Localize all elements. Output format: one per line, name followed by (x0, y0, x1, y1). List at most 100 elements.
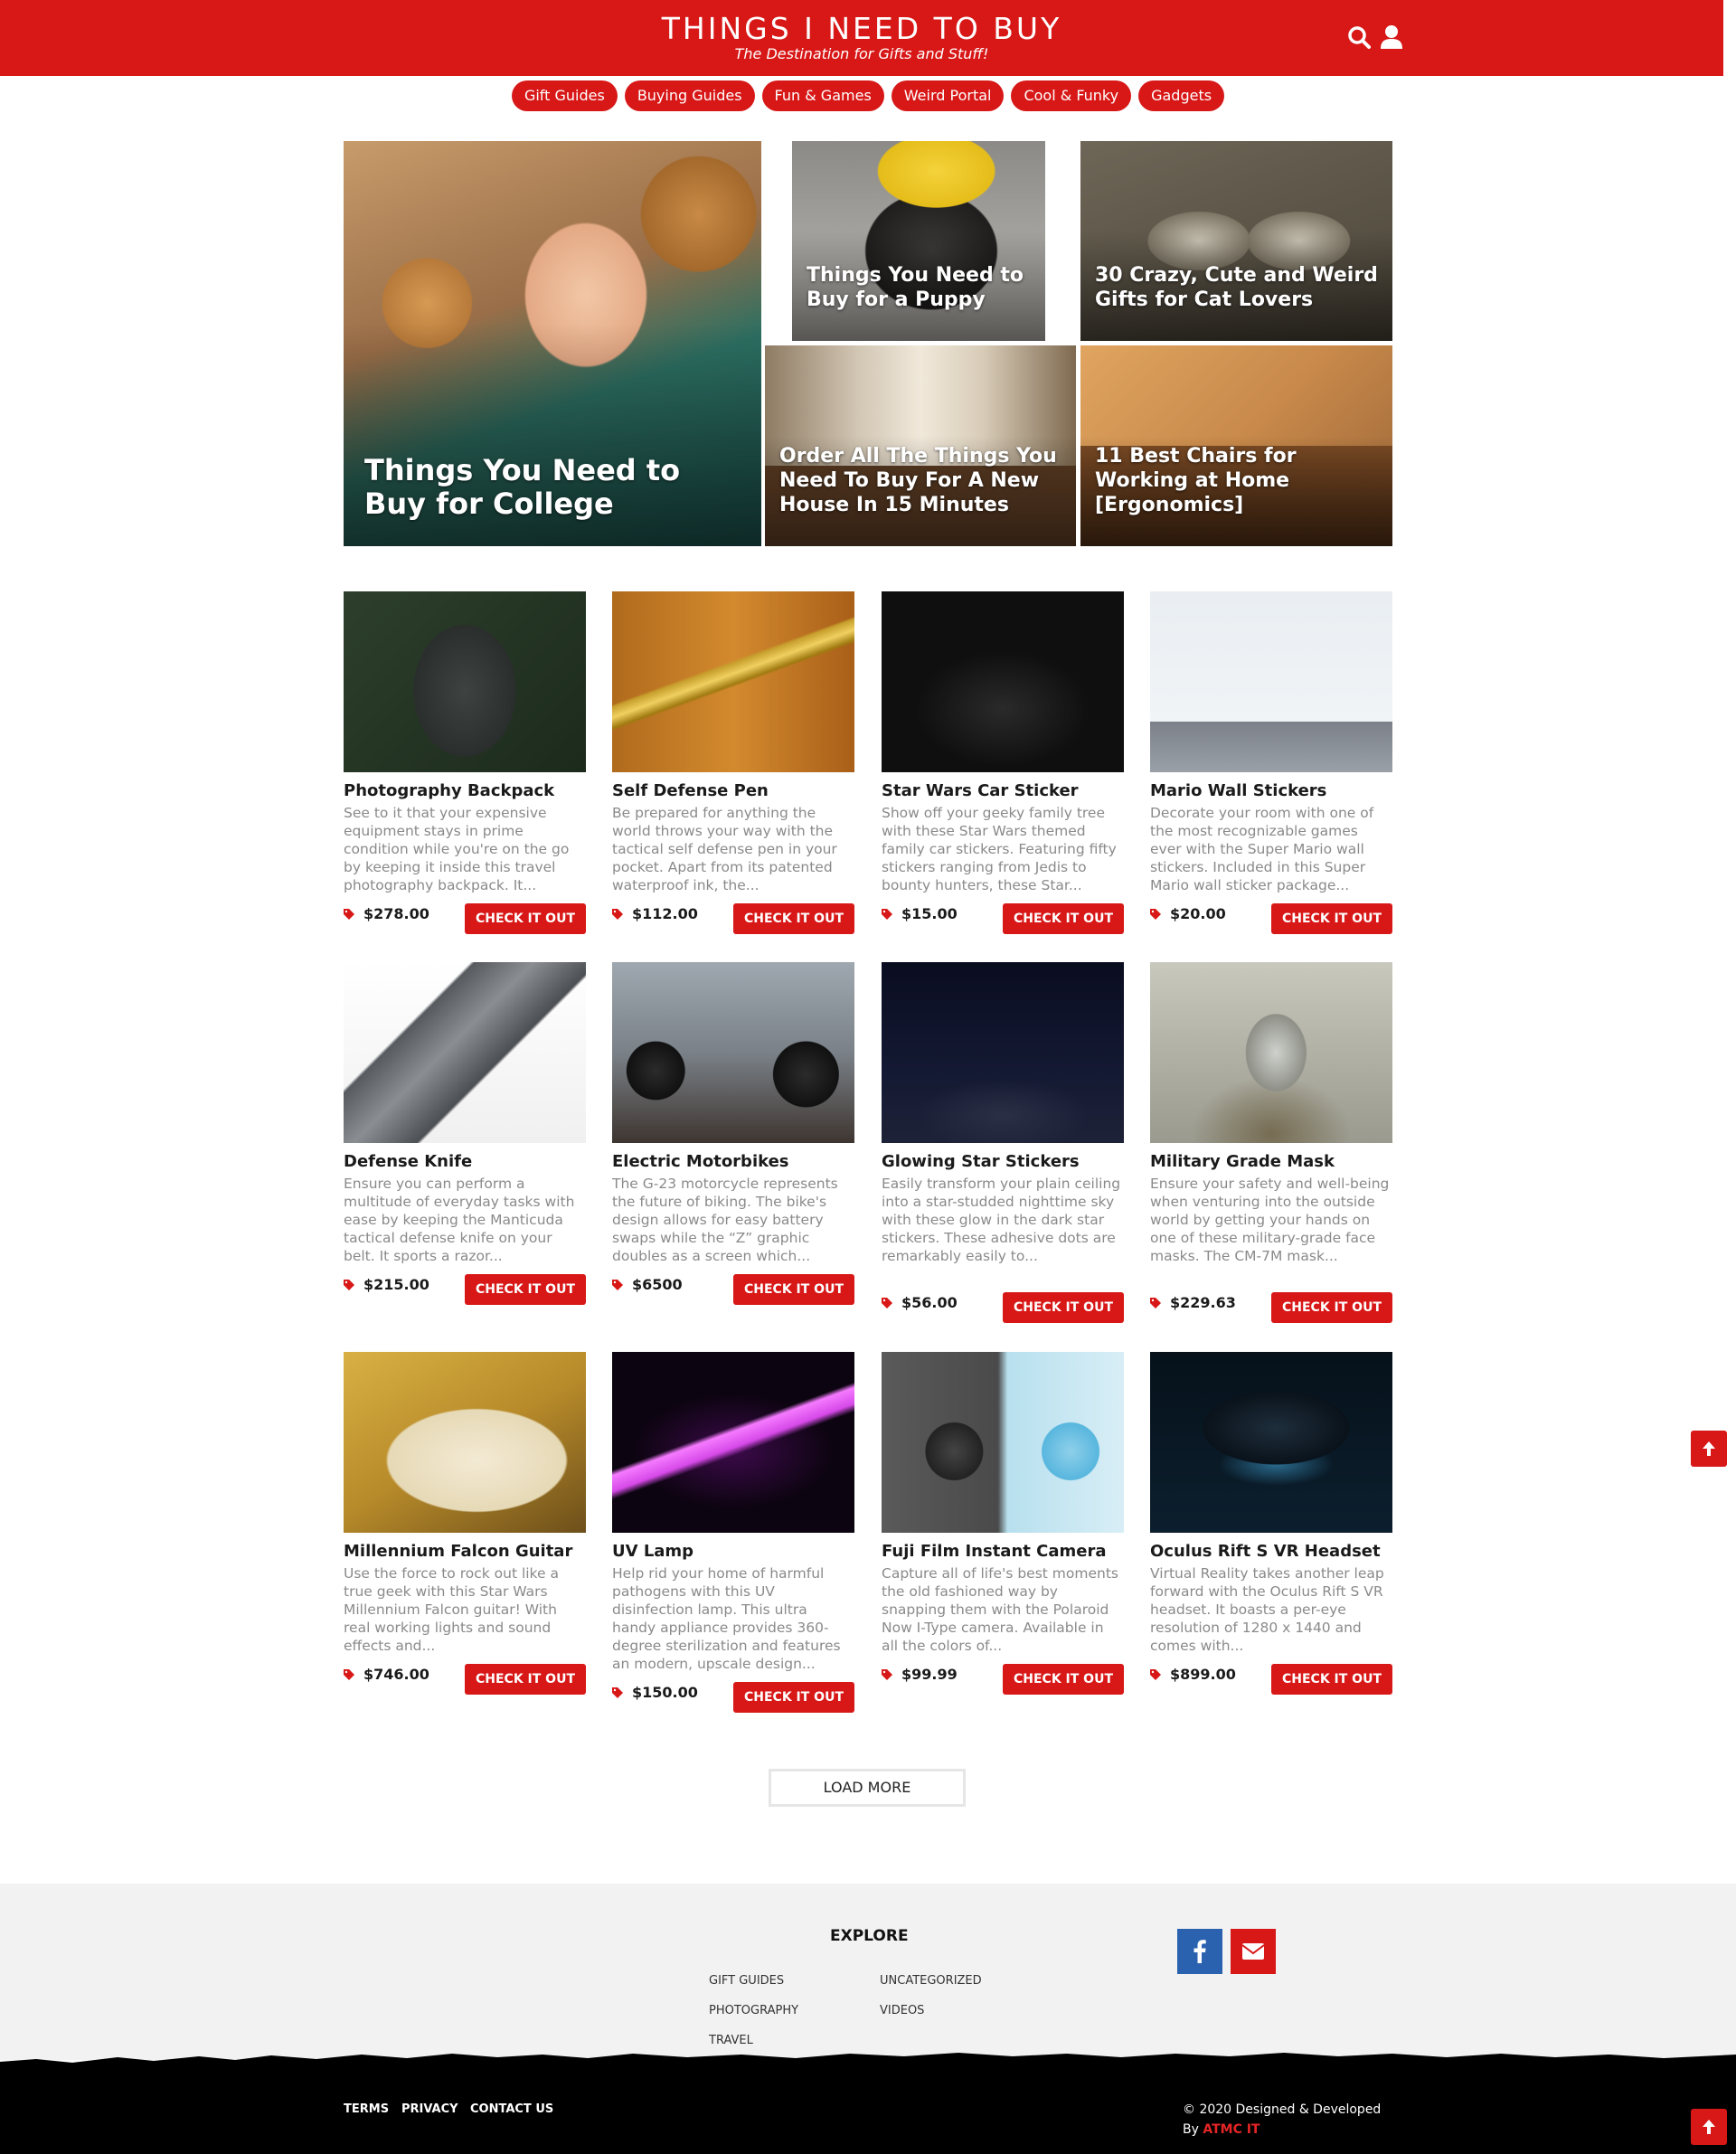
product-buy-row: $112.00 CHECK IT OUT (612, 902, 854, 934)
arrow-up-icon (1703, 2120, 1715, 2134)
price-tag-icon (612, 909, 623, 920)
nav-gadgets[interactable]: Gadgets (1138, 80, 1225, 111)
check-it-out-button[interactable]: CHECK IT OUT (732, 903, 854, 934)
check-it-out-button[interactable]: CHECK IT OUT (732, 1274, 854, 1305)
product-image[interactable] (882, 591, 1124, 772)
product-name[interactable]: Electric Motorbikes (612, 1152, 854, 1171)
featured-title[interactable]: 30 Crazy, Cute and Weird Gifts for Cat L… (1095, 263, 1382, 312)
credit-line: By ATMC IT (1183, 2122, 1260, 2137)
product-image[interactable] (1150, 962, 1392, 1143)
product-image[interactable] (612, 1352, 854, 1533)
check-it-out-button[interactable]: CHECK IT OUT (1270, 1292, 1392, 1323)
product-image[interactable] (1150, 591, 1392, 772)
footer-link-photography[interactable]: PHOTOGRAPHY (709, 2004, 798, 2017)
featured-title[interactable]: Things You Need to Buy for College (364, 454, 750, 521)
featured-chairs[interactable]: 11 Best Chairs for Working at Home [Ergo… (1080, 345, 1392, 546)
footer-link-gift-guides[interactable]: GIFT GUIDES (709, 1974, 784, 1988)
product-description: The G-23 motorcycle represents the futur… (612, 1176, 838, 1264)
product-image[interactable] (882, 962, 1124, 1143)
load-more-button[interactable]: LOAD MORE (769, 1769, 966, 1807)
nav-weird-portal[interactable]: Weird Portal (891, 80, 1005, 111)
product-name[interactable]: Mario Wall Stickers (1150, 781, 1392, 800)
product-price: $15.00 (882, 905, 958, 922)
product-description: Show off your geeky family tree with the… (882, 805, 1117, 893)
product-description: Ensure you can perform a multitude of ev… (344, 1176, 575, 1264)
check-it-out-button[interactable]: CHECK IT OUT (1002, 903, 1124, 934)
check-it-out-button[interactable]: CHECK IT OUT (732, 1682, 854, 1713)
check-it-out-button[interactable]: CHECK IT OUT (1270, 903, 1392, 934)
product-price-value: $20.00 (1170, 905, 1226, 922)
product-image[interactable] (344, 1352, 586, 1533)
product-price-value: $6500 (632, 1276, 683, 1293)
contact-us-link[interactable]: CONTACT US (470, 2102, 553, 2116)
back-to-top-button[interactable] (1691, 1431, 1727, 1467)
footer-link-uncategorized[interactable]: UNCATEGORIZED (880, 1974, 982, 1988)
price-tag-icon (344, 1280, 354, 1290)
product-price: $278.00 (344, 905, 429, 922)
email-button[interactable] (1231, 1929, 1276, 1974)
product-name[interactable]: Self Defense Pen (612, 781, 854, 800)
product-buy-row: $746.00 CHECK IT OUT (344, 1662, 586, 1695)
featured-cat-lovers[interactable]: 30 Crazy, Cute and Weird Gifts for Cat L… (1080, 141, 1392, 341)
featured-title[interactable]: Things You Need to Buy for a Puppy (807, 263, 1034, 312)
check-it-out-button[interactable]: CHECK IT OUT (464, 1664, 586, 1695)
product-price-value: $278.00 (363, 905, 429, 922)
site-title[interactable]: THINGS I NEED TO BUY (0, 11, 1723, 46)
featured-new-house[interactable]: Order All The Things You Need To Buy For… (765, 345, 1076, 546)
product-description: See to it that your expensive equipment … (344, 805, 570, 893)
check-it-out-button[interactable]: CHECK IT OUT (1270, 1664, 1392, 1695)
product-price-value: $215.00 (363, 1276, 429, 1293)
footer-link-videos[interactable]: VIDEOS (880, 2004, 924, 2017)
product-card: Oculus Rift S VR Headset Virtual Reality… (1150, 1352, 1392, 1695)
product-description: Help rid your home of harmful pathogens … (612, 1565, 841, 1672)
check-it-out-button[interactable]: CHECK IT OUT (464, 903, 586, 934)
product-image[interactable] (1150, 1352, 1392, 1533)
nav-fun-games[interactable]: Fun & Games (761, 80, 884, 111)
product-image[interactable] (612, 591, 854, 772)
product-price-value: $15.00 (901, 905, 958, 922)
nav-cool-funky[interactable]: Cool & Funky (1011, 80, 1132, 111)
price-tag-icon (344, 1669, 354, 1680)
check-it-out-button[interactable]: CHECK IT OUT (1002, 1664, 1124, 1695)
email-icon (1241, 1943, 1265, 1960)
product-image[interactable] (612, 962, 854, 1143)
featured-title[interactable]: Order All The Things You Need To Buy For… (779, 444, 1065, 517)
product-name[interactable]: Defense Knife (344, 1152, 586, 1171)
product-price-value: $150.00 (632, 1684, 698, 1701)
product-name[interactable]: Oculus Rift S VR Headset (1150, 1542, 1392, 1561)
footer-back-to-top-button[interactable] (1691, 2109, 1727, 2145)
product-name[interactable]: Star Wars Car Sticker (882, 781, 1124, 800)
price-tag-icon (882, 909, 892, 920)
product-price-value: $99.99 (901, 1666, 958, 1683)
product-buy-row: $278.00 CHECK IT OUT (344, 902, 586, 934)
product-name[interactable]: Glowing Star Stickers (882, 1152, 1124, 1171)
product-price: $229.63 (1150, 1294, 1236, 1311)
product-name[interactable]: UV Lamp (612, 1542, 854, 1561)
product-buy-row: $215.00 CHECK IT OUT (344, 1272, 586, 1305)
search-icon[interactable] (1347, 25, 1371, 49)
product-image[interactable] (344, 962, 586, 1143)
featured-college[interactable]: Things You Need to Buy for College (344, 141, 761, 546)
product-name[interactable]: Millennium Falcon Guitar (344, 1542, 586, 1561)
product-price: $899.00 (1150, 1666, 1236, 1683)
product-card: Defense Knife Ensure you can perform a m… (344, 962, 586, 1305)
privacy-link[interactable]: PRIVACY (401, 2102, 458, 2116)
credit-brand-link[interactable]: ATMC IT (1203, 2122, 1260, 2137)
site-tagline: The Destination for Gifts and Stuff! (734, 45, 989, 62)
terms-link[interactable]: TERMS (344, 2102, 389, 2116)
check-it-out-button[interactable]: CHECK IT OUT (1002, 1292, 1124, 1323)
featured-puppy[interactable]: Things You Need to Buy for a Puppy (792, 141, 1045, 341)
explore-heading: EXPLORE (830, 1927, 909, 1945)
nav-buying-guides[interactable]: Buying Guides (624, 80, 755, 111)
product-image[interactable] (344, 591, 586, 772)
featured-title[interactable]: 11 Best Chairs for Working at Home [Ergo… (1095, 444, 1382, 517)
check-it-out-button[interactable]: CHECK IT OUT (464, 1274, 586, 1305)
product-name[interactable]: Military Grade Mask (1150, 1152, 1392, 1171)
facebook-button[interactable] (1177, 1929, 1222, 1974)
user-icon[interactable] (1380, 24, 1403, 50)
nav-gift-guides[interactable]: Gift Guides (511, 80, 618, 111)
product-name[interactable]: Fuji Film Instant Camera (882, 1542, 1124, 1561)
product-name[interactable]: Photography Backpack (344, 781, 586, 800)
product-price: $746.00 (344, 1666, 429, 1683)
product-image[interactable] (882, 1352, 1124, 1533)
